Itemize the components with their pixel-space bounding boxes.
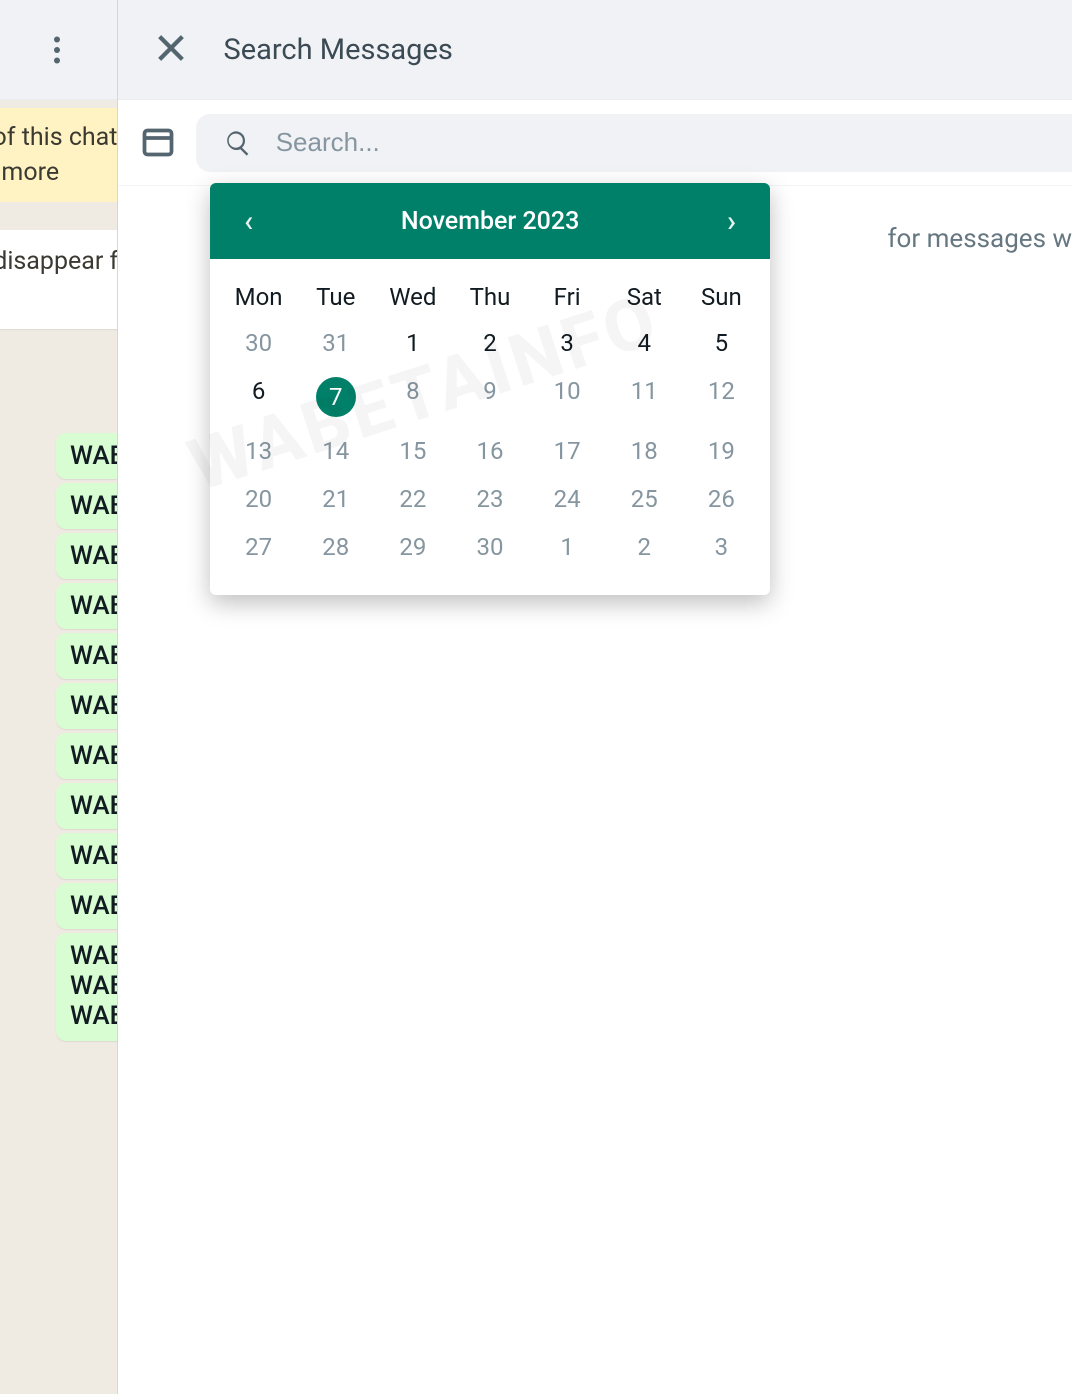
chat-header [0, 0, 117, 100]
calendar-day: 22 [374, 475, 451, 523]
message-bubble[interactable]: WABetaInfo06:01 [56, 883, 117, 929]
search-header: Search Messages [118, 0, 1072, 100]
message-bubble[interactable]: WABetaInfo [56, 483, 117, 529]
calendar-day: 9 [451, 367, 528, 427]
message-text: WABetaInfo [70, 691, 117, 721]
calendar-day[interactable]: 3 [529, 319, 606, 367]
calendar-day: 18 [606, 427, 683, 475]
message-text: WABetaInfo [70, 891, 117, 921]
calendar-day: 19 [683, 427, 760, 475]
calendar-day: 23 [451, 475, 528, 523]
message-text: WABetaInfo [70, 591, 117, 621]
calendar-day[interactable]: 6 [220, 367, 297, 427]
calendar-day: 2 [606, 523, 683, 571]
calendar-day: 13 [220, 427, 297, 475]
disappearing-banner[interactable]: ages will disappear f kept. Click to cha… [0, 230, 118, 329]
calendar-day: 25 [606, 475, 683, 523]
calendar-dow: Wed [374, 277, 451, 319]
message-text: WABetaInfo [70, 791, 117, 821]
message-text: WABetaInfo [70, 741, 117, 771]
more-icon[interactable] [39, 32, 75, 68]
calendar-grid: MonTueWedThuFriSatSun3031123456789101112… [210, 259, 770, 595]
message-bubble[interactable]: WABetaInfo [56, 433, 117, 479]
calendar-dow: Sun [683, 277, 760, 319]
encryption-banner[interactable]: side of this chat, not even ck to learn … [0, 108, 118, 202]
message-text: WABetaInfo [70, 441, 117, 471]
search-field[interactable] [196, 114, 1072, 172]
calendar-day[interactable]: 7 [297, 367, 374, 427]
calendar-day: 26 [683, 475, 760, 523]
calendar-title: November 2023 [401, 207, 579, 236]
message-bubble[interactable]: WABetaInfo06:01 [56, 533, 117, 579]
message-bubble[interactable]: WABetaInfo06:01 [56, 683, 117, 729]
message-text: WABetaInfo [70, 641, 117, 671]
message-bubble[interactable]: WABetaInfo06:01 [56, 733, 117, 779]
calendar-day: 15 [374, 427, 451, 475]
message-text: WABetaInfo [70, 941, 117, 971]
calendar-day: 8 [374, 367, 451, 427]
calendar-day: 17 [529, 427, 606, 475]
calendar-day: 11 [606, 367, 683, 427]
calendar-day: 20 [220, 475, 297, 523]
message-bubble[interactable]: WABetaInfoWABetaInfoWABetaInfo [56, 933, 117, 1041]
calendar-day: 24 [529, 475, 606, 523]
message-list: WABetaInfoWABetaInfoWABetaInfo06:01WABet… [0, 329, 117, 1394]
chat-pane: side of this chat, not even ck to learn … [0, 0, 118, 1394]
message-bubble[interactable]: WABetaInfo06:01 [56, 583, 117, 629]
calendar-day: 30 [451, 523, 528, 571]
calendar-day: 10 [529, 367, 606, 427]
message-bubble[interactable]: WABetaInfo06:01 [56, 833, 117, 879]
calendar-day: 31 [297, 319, 374, 367]
search-toolbar [118, 100, 1072, 186]
calendar-day: 29 [374, 523, 451, 571]
calendar-day[interactable]: 2 [451, 319, 528, 367]
calendar-day: 1 [529, 523, 606, 571]
calendar-dow: Mon [220, 277, 297, 319]
calendar-dow: Fri [529, 277, 606, 319]
calendar-day: 12 [683, 367, 760, 427]
message-text: WABetaInfo [70, 841, 117, 871]
calendar-day: 3 [683, 523, 760, 571]
message-text: WABetaInfo [70, 1001, 117, 1031]
search-hint: for messages w [888, 224, 1072, 254]
message-text: WABetaInfo [70, 491, 117, 521]
close-icon[interactable] [154, 31, 188, 69]
calendar-day: 30 [220, 319, 297, 367]
message-bubble[interactable]: WABetaInfo06:01 [56, 783, 117, 829]
calendar-day: 21 [297, 475, 374, 523]
message-text: WABetaInfo [70, 971, 117, 1001]
calendar-day: 14 [297, 427, 374, 475]
calendar-day[interactable]: 4 [606, 319, 683, 367]
message-bubble[interactable]: WABetaInfo06:01 [56, 633, 117, 679]
search-input[interactable] [274, 126, 1072, 159]
calendar-popover: ‹ November 2023 › MonTueWedThuFriSatSun 3… [210, 183, 770, 595]
calendar-day: 16 [451, 427, 528, 475]
prev-month-icon[interactable]: ‹ [244, 204, 253, 239]
search-input-icon [224, 128, 252, 158]
calendar-icon[interactable] [140, 123, 176, 163]
calendar-dow: Thu [451, 277, 528, 319]
calendar-day[interactable]: 1 [374, 319, 451, 367]
calendar-dow: Tue [297, 277, 374, 319]
calendar-day: 27 [220, 523, 297, 571]
calendar-day: 28 [297, 523, 374, 571]
calendar-header: ‹ November 2023 › [210, 183, 770, 259]
search-title: Search Messages [224, 33, 453, 67]
calendar-dow: Sat [606, 277, 683, 319]
message-text: WABetaInfo [70, 541, 117, 571]
next-month-icon[interactable]: › [727, 204, 736, 239]
calendar-day[interactable]: 5 [683, 319, 760, 367]
